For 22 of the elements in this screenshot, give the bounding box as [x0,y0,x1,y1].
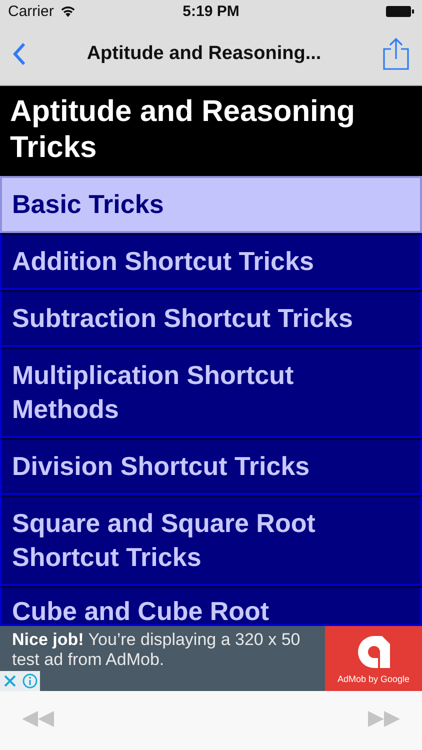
carrier-label: Carrier [8,2,54,20]
topic-item[interactable]: Division Shortcut Tricks [0,438,422,495]
battery-icon [386,6,414,16]
info-button[interactable] [20,671,40,691]
rewind-button[interactable] [22,711,54,730]
topic-item[interactable]: Subtraction Shortcut Tricks [0,290,422,347]
ad-banner[interactable]: Nice job! You’re displaying a 320 x 50 test ad from AdMob. AdMob by Google [0,626,422,691]
share-button[interactable] [382,37,410,71]
ad-text: Nice job! You’re displaying a 320 x 50 test ad from AdMob. [11,629,302,670]
page-heading: Aptitude and Reasoning Tricks [0,86,422,176]
back-button[interactable] [12,42,26,66]
topic-item[interactable]: Cube and Cube Root [0,586,422,626]
topic-item[interactable]: Basic Tricks [0,176,422,233]
topic-item[interactable]: Multiplication Shortcut Methods [0,347,422,438]
topic-item[interactable]: Addition Shortcut Tricks [0,233,422,290]
nav-title: Aptitude and Reasoning... [86,43,322,65]
fast-forward-button[interactable] [368,711,400,730]
ad-brand: AdMob by Google [337,674,410,684]
wifi-icon [60,5,76,17]
logo-icon [356,634,392,670]
topic-item[interactable]: Square and Square Root Shortcut Tricks [0,495,422,586]
status-time: 5:19 PM [182,2,240,20]
